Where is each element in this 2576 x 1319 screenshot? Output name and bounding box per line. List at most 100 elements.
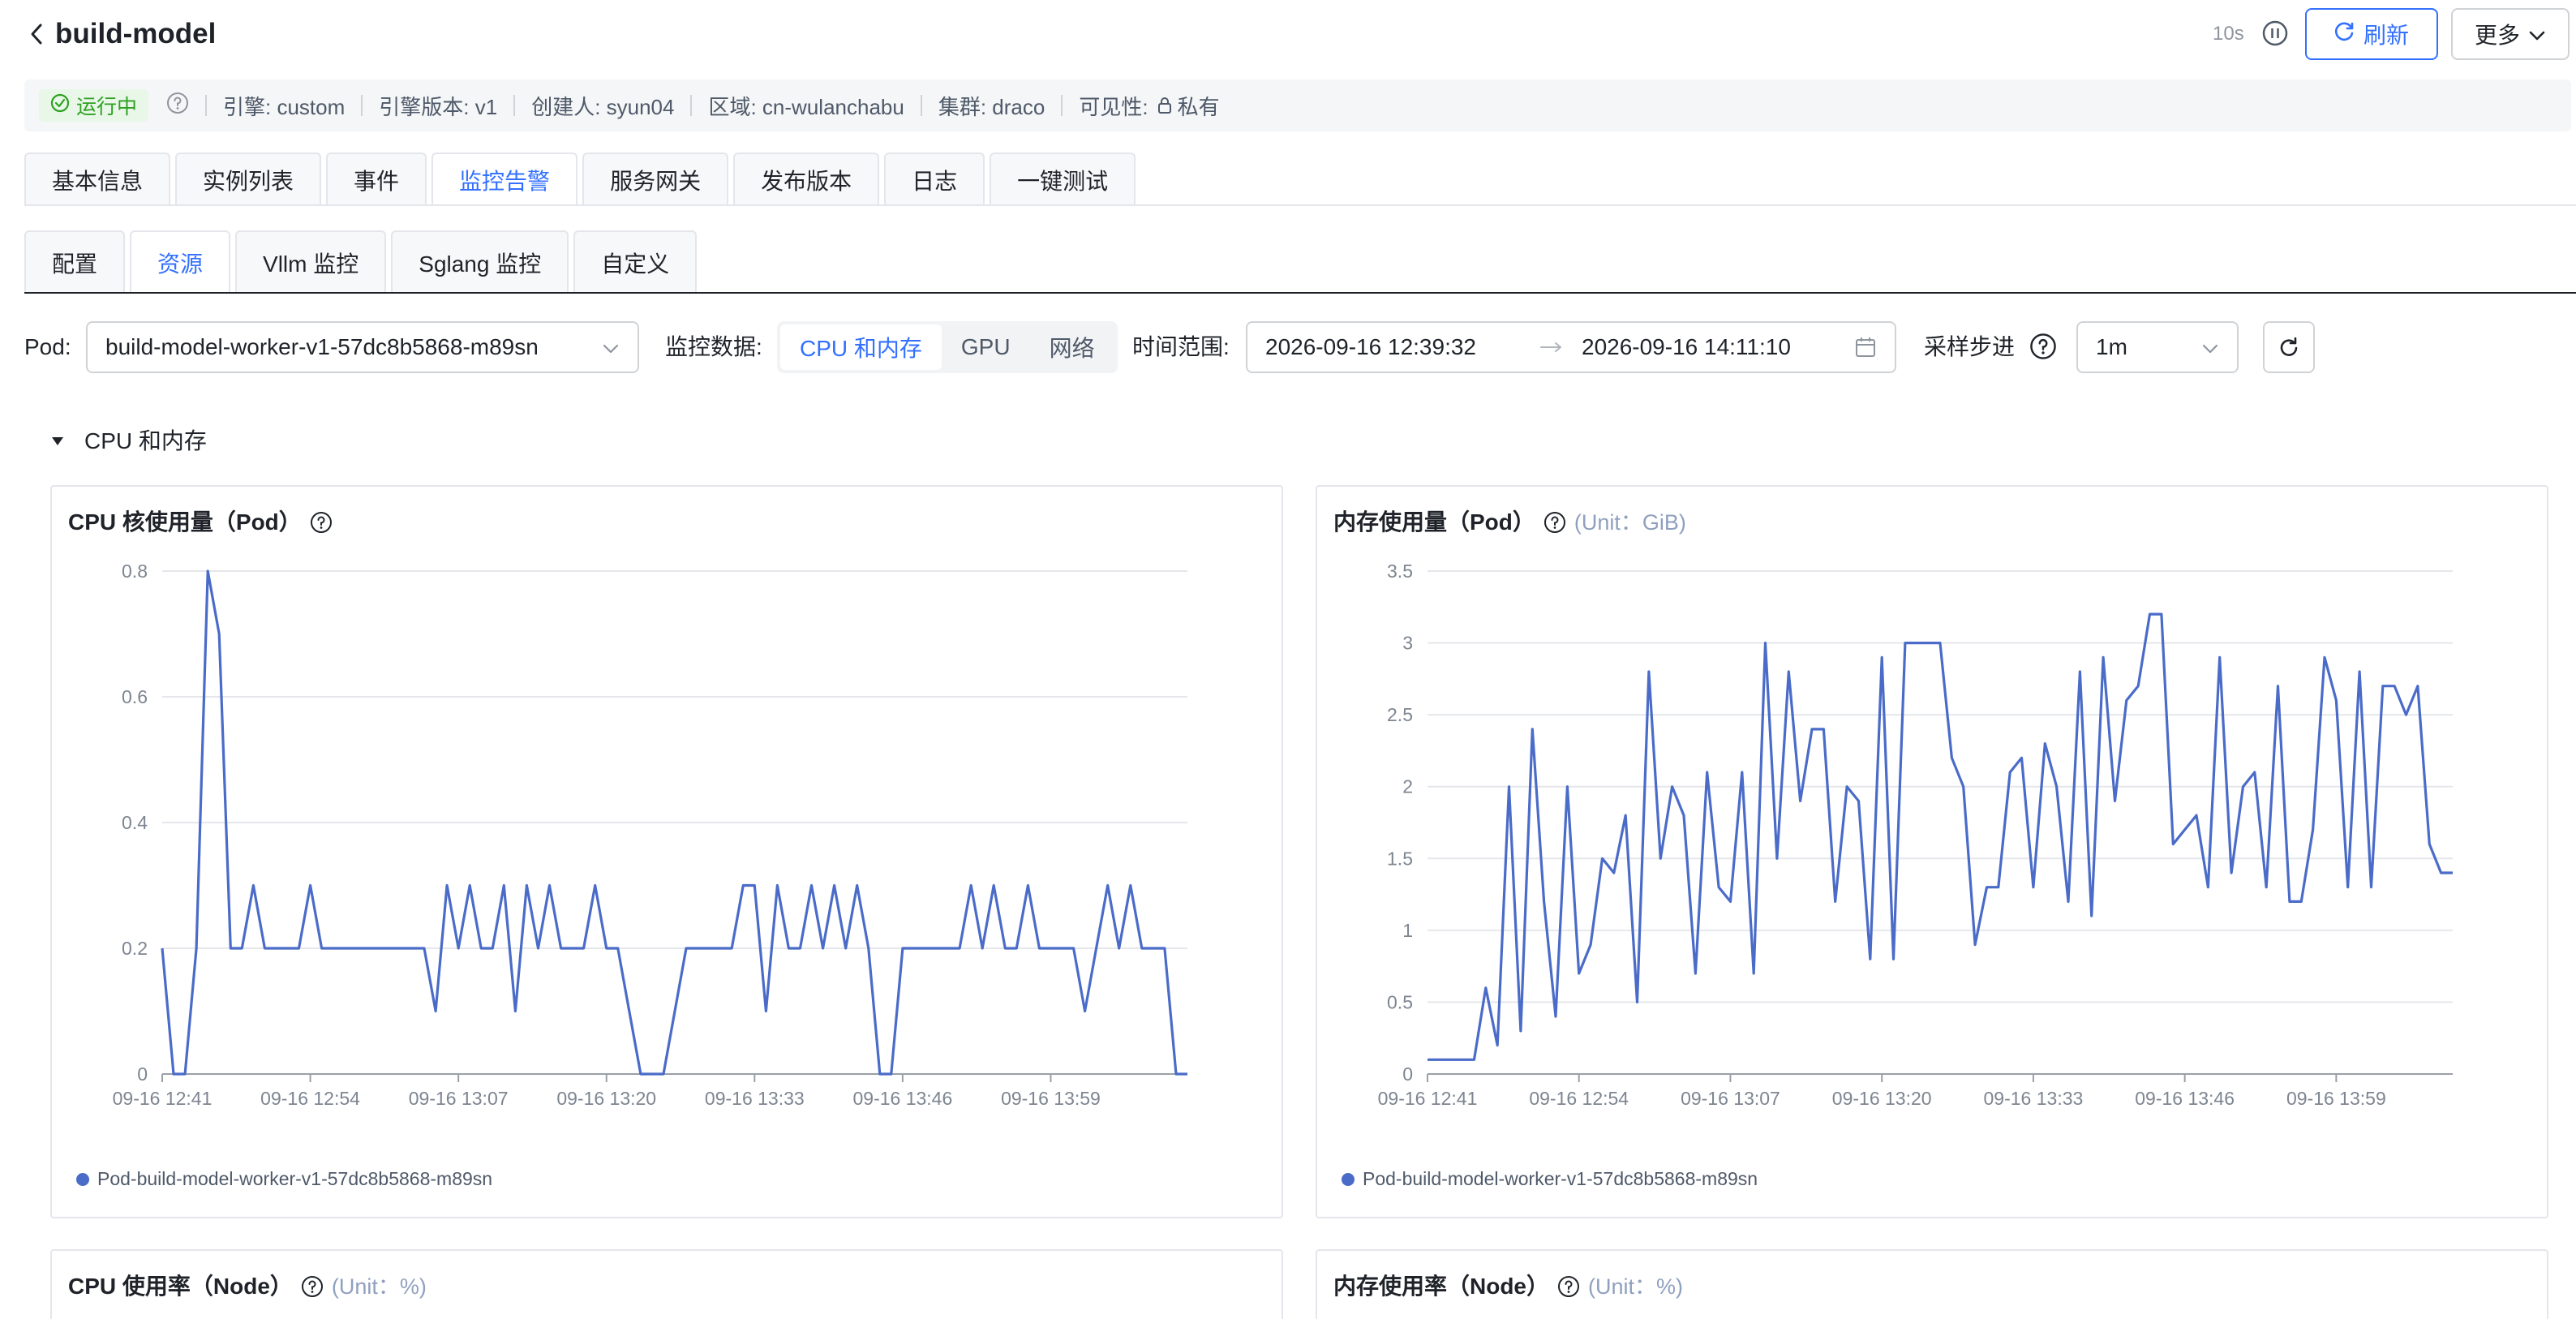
memory-line-chart: 0 0.5 1 1.5 2 2.5 3 3.5 09-16 12:41 09-16 12:54 09… bbox=[1378, 561, 2453, 1109]
y-tick-label: 0.8 bbox=[122, 561, 148, 582]
arrow-right-icon bbox=[1539, 341, 1564, 354]
back-icon[interactable] bbox=[24, 18, 49, 50]
time-start-input[interactable]: 2026-09-16 12:39:32 bbox=[1265, 334, 1525, 360]
tab-basic-info[interactable]: 基本信息 bbox=[24, 153, 171, 206]
x-tick-label: 09-16 12:41 bbox=[1378, 1088, 1478, 1109]
info-bar: 运行中 引擎: custom 引擎版本: v1 创建人: syun04 区域: … bbox=[24, 79, 2571, 131]
cluster-info: 集群: draco bbox=[938, 94, 1045, 119]
chart-card-cpu-node: CPU 使用率（Node） (Unit：%) bbox=[50, 1249, 1283, 1319]
section-title: CPU 和内存 bbox=[84, 428, 207, 453]
tab-instance-list[interactable]: 实例列表 bbox=[175, 153, 322, 206]
subtab-config[interactable]: 配置 bbox=[24, 230, 126, 294]
help-icon[interactable] bbox=[2029, 333, 2057, 364]
y-tick-label: 0.2 bbox=[122, 938, 148, 959]
y-tick-label: 3 bbox=[1402, 633, 1413, 654]
tab-monitoring[interactable]: 监控告警 bbox=[431, 153, 578, 206]
x-tick-label: 09-16 13:20 bbox=[1832, 1088, 1932, 1109]
chart-card-cpu-pod: CPU 核使用量（Pod） 0 0.2 0.4 0.6 0.8 09-16 12:41 09… bbox=[50, 485, 1283, 1218]
divider bbox=[205, 95, 208, 116]
tab-service-gateway[interactable]: 服务网关 bbox=[582, 153, 729, 206]
x-tick-label: 09-16 13:33 bbox=[1984, 1088, 2084, 1109]
chart-legend[interactable]: Pod-build-model-worker-v1-57dc8b5868-m89… bbox=[1342, 1168, 1758, 1190]
legend-dot bbox=[1342, 1172, 1355, 1186]
chart-unit: (Unit：%) bbox=[1588, 1274, 1684, 1299]
pause-icon[interactable] bbox=[2261, 19, 2289, 47]
chevron-down-icon bbox=[2201, 334, 2219, 360]
legend-dot bbox=[76, 1172, 89, 1186]
help-icon[interactable] bbox=[1557, 1275, 1580, 1298]
help-icon[interactable] bbox=[301, 1275, 324, 1298]
refresh-button[interactable]: 刷新 bbox=[2305, 8, 2438, 60]
more-label: 更多 bbox=[2474, 23, 2520, 48]
cpu-line-chart: 0 0.2 0.4 0.6 0.8 09-16 12:41 09-16 12:54 09-16… bbox=[113, 561, 1187, 1109]
time-range-label: 时间范围: bbox=[1132, 334, 1230, 359]
refresh-interval[interactable]: 10s bbox=[2213, 21, 2244, 47]
subtab-sglang[interactable]: Sglang 监控 bbox=[391, 230, 569, 294]
legend-label: Pod-build-model-worker-v1-57dc8b5868-m89… bbox=[1363, 1168, 1758, 1189]
tabs-divider bbox=[24, 204, 2576, 206]
tab-quick-test[interactable]: 一键测试 bbox=[990, 153, 1136, 206]
x-tick-label: 09-16 12:54 bbox=[1529, 1088, 1629, 1109]
chart-legend[interactable]: Pod-build-model-worker-v1-57dc8b5868-m89… bbox=[76, 1168, 492, 1190]
pod-label: Pod: bbox=[24, 334, 71, 359]
reload-button[interactable] bbox=[2263, 321, 2315, 373]
x-tick-label: 09-16 13:59 bbox=[2286, 1088, 2386, 1109]
x-tick-label: 09-16 13:07 bbox=[409, 1088, 509, 1109]
x-tick-label: 09-16 13:07 bbox=[1681, 1088, 1780, 1109]
step-select[interactable]: 1m bbox=[2076, 321, 2239, 373]
pod-select-value: build-model-worker-v1-57dc8b5868-m89sn bbox=[105, 334, 539, 359]
region-info: 区域: cn-wulanchabu bbox=[708, 94, 904, 119]
status-badge: 运行中 bbox=[39, 89, 149, 122]
engine-version-info: 引擎版本: v1 bbox=[379, 94, 498, 119]
y-tick-label: 0.6 bbox=[122, 686, 148, 707]
step-select-value: 1m bbox=[2096, 334, 2127, 359]
subtabs-divider bbox=[24, 292, 2576, 294]
time-range-picker[interactable]: 2026-09-16 12:39:32 2026-09-16 14:11:10 bbox=[1246, 321, 1896, 373]
tab-logs[interactable]: 日志 bbox=[884, 153, 985, 206]
pod-select[interactable]: build-model-worker-v1-57dc8b5868-m89sn bbox=[86, 321, 639, 373]
monitor-option-gpu[interactable]: GPU bbox=[942, 324, 1030, 370]
monitor-label: 监控数据: bbox=[665, 334, 762, 359]
subtab-vllm[interactable]: Vllm 监控 bbox=[235, 230, 387, 294]
tab-events[interactable]: 事件 bbox=[326, 153, 427, 206]
section-cpu-memory[interactable]: CPU 和内存 bbox=[50, 425, 207, 458]
y-tick-label: 1.5 bbox=[1387, 848, 1413, 869]
x-tick-label: 09-16 12:54 bbox=[260, 1088, 360, 1109]
x-tick-label: 09-16 13:33 bbox=[705, 1088, 805, 1109]
subtab-custom[interactable]: 自定义 bbox=[573, 230, 698, 294]
chevron-down-icon bbox=[602, 334, 620, 360]
page-title: build-model bbox=[55, 18, 217, 49]
chart-title-text: 内存使用率（Node） bbox=[1333, 1274, 1550, 1299]
y-tick-label: 2.5 bbox=[1387, 704, 1413, 725]
subtab-resources[interactable]: 资源 bbox=[130, 230, 231, 294]
help-icon[interactable] bbox=[166, 92, 189, 120]
divider bbox=[920, 95, 922, 116]
monitor-option-network[interactable]: 网络 bbox=[1030, 324, 1114, 370]
tab-release-version[interactable]: 发布版本 bbox=[733, 153, 880, 206]
main-tabs: 基本信息 实例列表 事件 监控告警 服务网关 发布版本 日志 一键测试 bbox=[24, 153, 1140, 206]
y-tick-label: 0.5 bbox=[1387, 991, 1413, 1012]
y-tick-label: 3.5 bbox=[1387, 561, 1413, 582]
chart-title-text: CPU 使用率（Node） bbox=[68, 1274, 293, 1299]
visibility-value: 私有 bbox=[1177, 94, 1220, 119]
monitor-option-cpu-memory[interactable]: CPU 和内存 bbox=[780, 324, 942, 370]
monitor-segmented-control: CPU 和内存 GPU 网络 bbox=[777, 321, 1118, 373]
visibility-label: 可见性: bbox=[1079, 94, 1148, 119]
chart-title: 内存使用率（Node） (Unit：%) bbox=[1333, 1270, 1683, 1303]
chart-title: CPU 使用率（Node） (Unit：%) bbox=[68, 1270, 427, 1303]
x-tick-label: 09-16 13:46 bbox=[2135, 1088, 2235, 1109]
x-tick-label: 09-16 13:46 bbox=[852, 1088, 952, 1109]
divider bbox=[361, 95, 363, 116]
engine-info: 引擎: custom bbox=[223, 94, 346, 119]
refresh-label: 刷新 bbox=[2363, 23, 2409, 48]
divider bbox=[690, 95, 693, 116]
chart-card-memory-node: 内存使用率（Node） (Unit：%) bbox=[1316, 1249, 2548, 1319]
lock-icon bbox=[1157, 96, 1173, 115]
chevron-down-icon bbox=[2528, 21, 2546, 47]
y-tick-label: 0.4 bbox=[122, 812, 148, 833]
divider bbox=[513, 95, 516, 116]
y-tick-label: 2 bbox=[1402, 776, 1413, 797]
more-button[interactable]: 更多 bbox=[2451, 8, 2570, 60]
time-end-input[interactable]: 2026-09-16 14:11:10 bbox=[1582, 334, 1854, 360]
x-tick-label: 09-16 12:41 bbox=[113, 1088, 213, 1109]
